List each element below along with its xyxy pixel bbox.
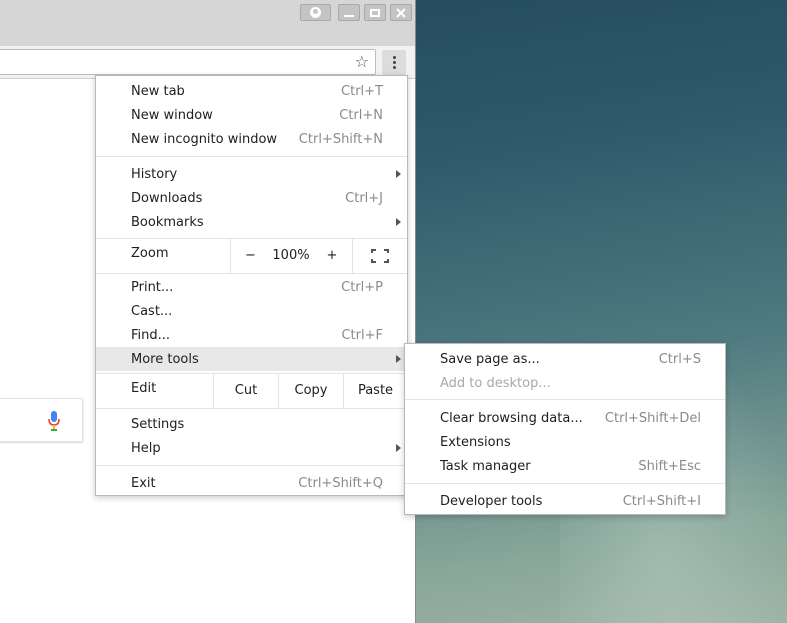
submenu-arrow-icon <box>396 170 401 178</box>
star-icon[interactable]: ☆ <box>355 53 369 71</box>
menu-separator <box>96 273 407 274</box>
close-button[interactable] <box>390 4 412 21</box>
menu-item-extensions[interactable]: Extensions <box>405 430 725 454</box>
menu-separator <box>405 399 725 400</box>
menu-separator <box>96 156 407 157</box>
address-bar[interactable]: ☆ <box>0 49 376 75</box>
edit-row: Edit Cut Copy Paste <box>96 373 407 408</box>
browser-main-menu: New tab Ctrl+T New window Ctrl+N New inc… <box>95 75 408 496</box>
profile-button[interactable] <box>300 4 331 21</box>
menu-item-new-incognito-window[interactable]: New incognito window Ctrl+Shift+N <box>96 127 407 151</box>
close-icon <box>396 7 406 18</box>
profile-icon <box>310 7 321 18</box>
menu-item-find[interactable]: Find... Ctrl+F <box>96 323 407 347</box>
menu-item-clear-browsing-data[interactable]: Clear browsing data... Ctrl+Shift+Del <box>405 406 725 430</box>
menu-item-cast[interactable]: Cast... <box>96 299 407 323</box>
menu-item-save-page-as[interactable]: Save page as... Ctrl+S <box>405 347 725 371</box>
maximize-button[interactable] <box>364 4 386 21</box>
menu-button[interactable] <box>382 50 406 75</box>
submenu-arrow-icon <box>396 444 401 452</box>
menu-item-downloads[interactable]: Downloads Ctrl+J <box>96 186 407 210</box>
menu-item-add-to-desktop: Add to desktop... <box>440 375 551 391</box>
menu-separator <box>96 465 407 466</box>
submenu-arrow-icon <box>396 355 401 363</box>
fullscreen-button[interactable] <box>352 238 407 273</box>
three-dot-menu-icon <box>392 56 396 59</box>
copy-button[interactable]: Copy <box>278 373 343 408</box>
zoom-level: 100% <box>272 248 310 263</box>
submenu-arrow-icon <box>396 218 401 226</box>
menu-item-history[interactable]: History <box>96 162 407 186</box>
zoom-out-button[interactable]: − <box>230 238 270 273</box>
minimize-icon <box>344 14 354 17</box>
paste-button[interactable]: Paste <box>343 373 407 408</box>
more-tools-submenu: Save page as... Ctrl+S Add to desktop...… <box>404 343 726 515</box>
menu-item-exit[interactable]: Exit Ctrl+Shift+Q <box>96 471 407 495</box>
microphone-icon[interactable] <box>47 410 61 432</box>
menu-item-print[interactable]: Print... Ctrl+P <box>96 275 407 299</box>
menu-item-more-tools[interactable]: More tools <box>96 347 407 371</box>
fullscreen-icon <box>371 248 389 263</box>
minimize-button[interactable] <box>338 4 360 21</box>
menu-separator <box>96 408 407 409</box>
menu-item-new-window[interactable]: New window Ctrl+N <box>96 103 407 127</box>
maximize-icon <box>370 8 380 17</box>
menu-separator <box>405 483 725 484</box>
zoom-row: Zoom − 100% + <box>96 238 407 273</box>
menu-item-help[interactable]: Help <box>96 436 407 460</box>
menu-item-bookmarks[interactable]: Bookmarks <box>96 210 407 234</box>
menu-item-new-tab[interactable]: New tab Ctrl+T <box>96 79 407 103</box>
search-box[interactable] <box>0 398 83 442</box>
menu-item-developer-tools[interactable]: Developer tools Ctrl+Shift+I <box>405 489 725 513</box>
title-bar <box>0 0 415 46</box>
menu-item-task-manager[interactable]: Task manager Shift+Esc <box>405 454 725 478</box>
menu-item-settings[interactable]: Settings <box>96 412 407 436</box>
zoom-in-button[interactable]: + <box>312 238 352 273</box>
cut-button[interactable]: Cut <box>213 373 278 408</box>
